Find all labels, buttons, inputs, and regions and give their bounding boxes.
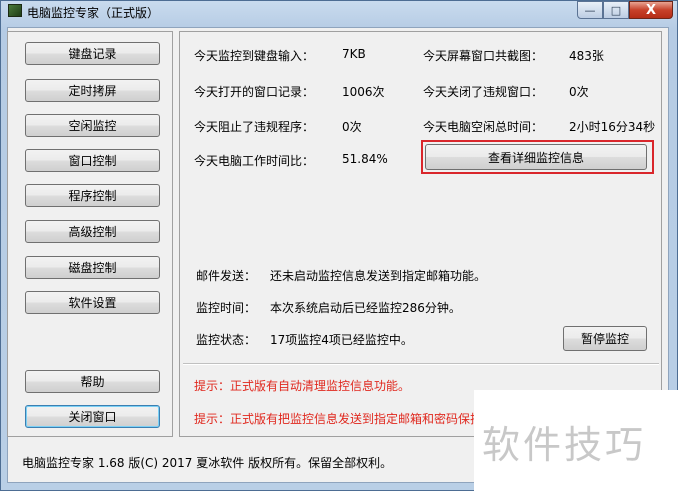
tip-auto-clean: 提示：正式版有自动清理监控信息功能。 — [194, 379, 411, 393]
close-button[interactable]: X — [629, 1, 673, 19]
title-bar[interactable]: 电脑监控专家（正式版） — □ X — [1, 1, 677, 21]
window-title: 电脑监控专家（正式版） — [27, 6, 160, 20]
idle-time-value: 2小时16分34秒 — [569, 120, 656, 134]
nav-program-control[interactable]: 程序控制 — [25, 184, 160, 207]
mail-label: 邮件发送： — [196, 269, 257, 283]
panel-divider — [183, 363, 659, 365]
nav-software-settings[interactable]: 软件设置 — [25, 291, 160, 314]
windows-opened-label: 今天打开的窗口记录： — [194, 85, 315, 99]
keyboard-input-value: 7KB — [342, 47, 366, 61]
tip-send-email: 提示：正式版有把监控信息发送到指定邮箱和密码保护 — [194, 412, 483, 426]
screenshots-value: 483张 — [569, 49, 604, 63]
monitor-state-value: 17项监控4项已经监控中。 — [270, 333, 413, 347]
work-ratio-label: 今天电脑工作时间比： — [194, 154, 315, 168]
maximize-button[interactable]: □ — [603, 1, 629, 19]
watermark-text: 软件技巧 — [482, 423, 647, 467]
highlight-box — [421, 140, 654, 174]
violations-closed-label: 今天关闭了违规窗口： — [423, 85, 544, 99]
programs-blocked-label: 今天阻止了违规程序： — [194, 120, 315, 134]
app-icon — [8, 4, 22, 17]
programs-blocked-value: 0次 — [342, 120, 362, 134]
help-button[interactable]: 帮助 — [25, 370, 160, 393]
window-controls: — □ X — [577, 1, 673, 20]
status-bar-text: 电脑监控专家 1.68 版(C) 2017 夏冰软件 版权所有。保留全部权利。 — [22, 456, 393, 470]
nav-disk-control[interactable]: 磁盘控制 — [25, 256, 160, 279]
keyboard-input-label: 今天监控到键盘输入： — [194, 49, 315, 63]
pause-monitor-button[interactable]: 暂停监控 — [563, 326, 647, 351]
nav-timed-screenshot[interactable]: 定时拷屏 — [25, 79, 160, 102]
mail-value: 还未启动监控信息发送到指定邮箱功能。 — [270, 269, 487, 283]
nav-idle-monitor[interactable]: 空闲监控 — [25, 114, 160, 137]
nav-window-control[interactable]: 窗口控制 — [25, 149, 160, 172]
windows-opened-value: 1006次 — [342, 85, 385, 99]
violations-closed-value: 0次 — [569, 85, 589, 99]
minimize-button[interactable]: — — [577, 1, 603, 19]
close-window-button[interactable]: 关闭窗口 — [25, 405, 160, 428]
nav-panel: 键盘记录 定时拷屏 空闲监控 窗口控制 程序控制 高级控制 磁盘控制 软件设置 … — [7, 31, 173, 437]
nav-advanced-control[interactable]: 高级控制 — [25, 220, 160, 243]
monitor-state-label: 监控状态： — [196, 333, 257, 347]
work-ratio-value: 51.84% — [342, 152, 388, 166]
screenshots-label: 今天屏幕窗口共截图： — [423, 49, 544, 63]
monitor-time-value: 本次系统启动后已经监控286分钟。 — [270, 301, 461, 315]
monitor-time-label: 监控时间： — [196, 301, 257, 315]
idle-time-label: 今天电脑空闲总时间： — [423, 120, 544, 134]
nav-keyboard-log[interactable]: 键盘记录 — [25, 42, 160, 65]
